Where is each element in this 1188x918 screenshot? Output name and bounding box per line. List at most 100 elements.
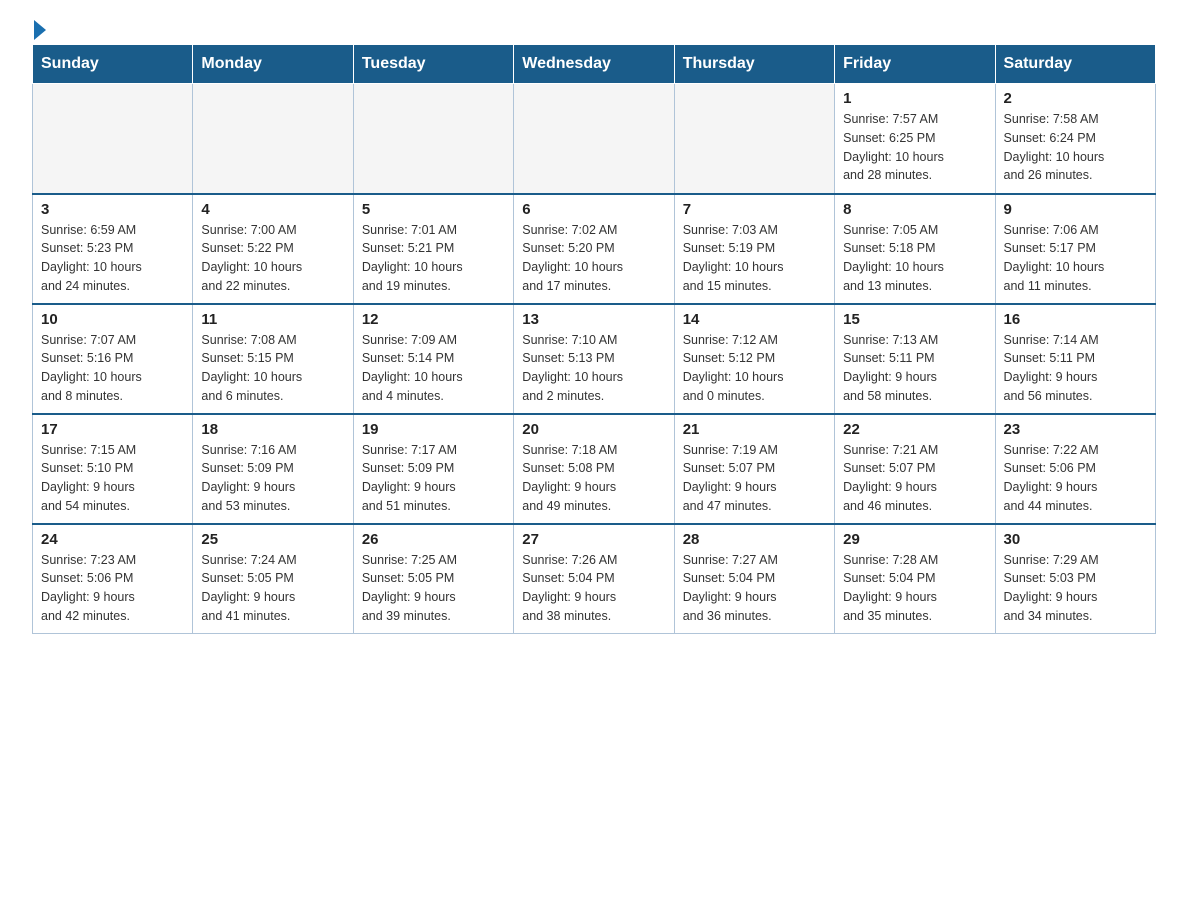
day-number: 28: [683, 531, 826, 548]
weekday-header-tuesday: Tuesday: [353, 45, 513, 84]
day-info: Sunrise: 7:01 AM Sunset: 5:21 PM Dayligh…: [362, 221, 505, 296]
day-number: 8: [843, 201, 986, 218]
day-info: Sunrise: 7:26 AM Sunset: 5:04 PM Dayligh…: [522, 551, 665, 626]
calendar-cell: 18 Sunrise: 7:16 AM Sunset: 5:09 PM Dayli…: [193, 414, 353, 524]
calendar-cell: 1 Sunrise: 7:57 AM Sunset: 6:25 PM Daylig…: [835, 84, 995, 194]
page-header: [32, 24, 1156, 36]
calendar-cell: 23 Sunrise: 7:22 AM Sunset: 5:06 PM Dayli…: [995, 414, 1155, 524]
day-info: Sunrise: 7:24 AM Sunset: 5:05 PM Dayligh…: [201, 551, 344, 626]
day-info: Sunrise: 7:13 AM Sunset: 5:11 PM Dayligh…: [843, 331, 986, 406]
day-info: Sunrise: 6:59 AM Sunset: 5:23 PM Dayligh…: [41, 221, 184, 296]
day-number: 29: [843, 531, 986, 548]
calendar-table: SundayMondayTuesdayWednesdayThursdayFrid…: [32, 44, 1156, 634]
day-number: 16: [1004, 311, 1147, 328]
calendar-cell: 26 Sunrise: 7:25 AM Sunset: 5:05 PM Dayli…: [353, 524, 513, 634]
calendar-cell: 8 Sunrise: 7:05 AM Sunset: 5:18 PM Daylig…: [835, 194, 995, 304]
calendar-cell: 4 Sunrise: 7:00 AM Sunset: 5:22 PM Daylig…: [193, 194, 353, 304]
calendar-cell: [33, 84, 193, 194]
calendar-cell: 5 Sunrise: 7:01 AM Sunset: 5:21 PM Daylig…: [353, 194, 513, 304]
day-number: 5: [362, 201, 505, 218]
calendar-week-5: 24 Sunrise: 7:23 AM Sunset: 5:06 PM Dayli…: [33, 524, 1156, 634]
day-info: Sunrise: 7:28 AM Sunset: 5:04 PM Dayligh…: [843, 551, 986, 626]
calendar-cell: 9Sunrise: 7:06 AM Sunset: 5:17 PM Daylig…: [995, 194, 1155, 304]
calendar-week-2: 3 Sunrise: 6:59 AM Sunset: 5:23 PM Daylig…: [33, 194, 1156, 304]
day-number: 20: [522, 421, 665, 438]
day-info: Sunrise: 7:19 AM Sunset: 5:07 PM Dayligh…: [683, 441, 826, 516]
day-info: Sunrise: 7:16 AM Sunset: 5:09 PM Dayligh…: [201, 441, 344, 516]
calendar-cell: 16Sunrise: 7:14 AM Sunset: 5:11 PM Dayli…: [995, 304, 1155, 414]
calendar-cell: 2 Sunrise: 7:58 AM Sunset: 6:24 PM Daylig…: [995, 84, 1155, 194]
calendar-cell: [514, 84, 674, 194]
day-number: 9: [1004, 201, 1147, 218]
day-number: 25: [201, 531, 344, 548]
weekday-header-friday: Friday: [835, 45, 995, 84]
day-info: Sunrise: 7:58 AM Sunset: 6:24 PM Dayligh…: [1004, 110, 1147, 185]
weekday-header-thursday: Thursday: [674, 45, 834, 84]
day-number: 4: [201, 201, 344, 218]
day-info: Sunrise: 7:07 AM Sunset: 5:16 PM Dayligh…: [41, 331, 184, 406]
calendar-cell: 29 Sunrise: 7:28 AM Sunset: 5:04 PM Dayli…: [835, 524, 995, 634]
day-number: 13: [522, 311, 665, 328]
day-info: Sunrise: 7:10 AM Sunset: 5:13 PM Dayligh…: [522, 331, 665, 406]
calendar-cell: 10 Sunrise: 7:07 AM Sunset: 5:16 PM Dayli…: [33, 304, 193, 414]
day-info: Sunrise: 7:15 AM Sunset: 5:10 PM Dayligh…: [41, 441, 184, 516]
calendar-cell: 6Sunrise: 7:02 AM Sunset: 5:20 PM Daylig…: [514, 194, 674, 304]
logo-arrow-icon: [34, 20, 46, 40]
calendar-cell: 21 Sunrise: 7:19 AM Sunset: 5:07 PM Dayli…: [674, 414, 834, 524]
day-number: 10: [41, 311, 184, 328]
day-number: 19: [362, 421, 505, 438]
weekday-header-wednesday: Wednesday: [514, 45, 674, 84]
calendar-cell: 24 Sunrise: 7:23 AM Sunset: 5:06 PM Dayli…: [33, 524, 193, 634]
weekday-header-saturday: Saturday: [995, 45, 1155, 84]
day-info: Sunrise: 7:02 AM Sunset: 5:20 PM Dayligh…: [522, 221, 665, 296]
day-number: 15: [843, 311, 986, 328]
day-number: 18: [201, 421, 344, 438]
day-number: 3: [41, 201, 184, 218]
calendar-cell: 22Sunrise: 7:21 AM Sunset: 5:07 PM Dayli…: [835, 414, 995, 524]
weekday-header-sunday: Sunday: [33, 45, 193, 84]
day-info: Sunrise: 7:22 AM Sunset: 5:06 PM Dayligh…: [1004, 441, 1147, 516]
day-info: Sunrise: 7:00 AM Sunset: 5:22 PM Dayligh…: [201, 221, 344, 296]
day-number: 24: [41, 531, 184, 548]
calendar-week-3: 10 Sunrise: 7:07 AM Sunset: 5:16 PM Dayli…: [33, 304, 1156, 414]
day-number: 7: [683, 201, 826, 218]
day-number: 1: [843, 90, 986, 107]
calendar-cell: 15 Sunrise: 7:13 AM Sunset: 5:11 PM Dayli…: [835, 304, 995, 414]
weekday-header-monday: Monday: [193, 45, 353, 84]
logo: [32, 24, 46, 36]
day-number: 17: [41, 421, 184, 438]
day-number: 30: [1004, 531, 1147, 548]
calendar-cell: 28 Sunrise: 7:27 AM Sunset: 5:04 PM Dayli…: [674, 524, 834, 634]
calendar-cell: 27 Sunrise: 7:26 AM Sunset: 5:04 PM Dayli…: [514, 524, 674, 634]
calendar-cell: 30 Sunrise: 7:29 AM Sunset: 5:03 PM Dayli…: [995, 524, 1155, 634]
calendar-week-4: 17 Sunrise: 7:15 AM Sunset: 5:10 PM Dayli…: [33, 414, 1156, 524]
day-number: 23: [1004, 421, 1147, 438]
calendar-cell: 7 Sunrise: 7:03 AM Sunset: 5:19 PM Daylig…: [674, 194, 834, 304]
day-info: Sunrise: 7:21 AM Sunset: 5:07 PM Dayligh…: [843, 441, 986, 516]
day-info: Sunrise: 7:17 AM Sunset: 5:09 PM Dayligh…: [362, 441, 505, 516]
day-number: 2: [1004, 90, 1147, 107]
day-number: 26: [362, 531, 505, 548]
weekday-header-row: SundayMondayTuesdayWednesdayThursdayFrid…: [33, 45, 1156, 84]
calendar-cell: 3 Sunrise: 6:59 AM Sunset: 5:23 PM Daylig…: [33, 194, 193, 304]
day-number: 12: [362, 311, 505, 328]
day-info: Sunrise: 7:23 AM Sunset: 5:06 PM Dayligh…: [41, 551, 184, 626]
calendar-cell: 17 Sunrise: 7:15 AM Sunset: 5:10 PM Dayli…: [33, 414, 193, 524]
day-info: Sunrise: 7:03 AM Sunset: 5:19 PM Dayligh…: [683, 221, 826, 296]
day-number: 27: [522, 531, 665, 548]
day-number: 21: [683, 421, 826, 438]
calendar-cell: 13 Sunrise: 7:10 AM Sunset: 5:13 PM Dayli…: [514, 304, 674, 414]
calendar-cell: [353, 84, 513, 194]
day-info: Sunrise: 7:57 AM Sunset: 6:25 PM Dayligh…: [843, 110, 986, 185]
day-info: Sunrise: 7:25 AM Sunset: 5:05 PM Dayligh…: [362, 551, 505, 626]
day-info: Sunrise: 7:09 AM Sunset: 5:14 PM Dayligh…: [362, 331, 505, 406]
day-info: Sunrise: 7:05 AM Sunset: 5:18 PM Dayligh…: [843, 221, 986, 296]
calendar-cell: 12 Sunrise: 7:09 AM Sunset: 5:14 PM Dayli…: [353, 304, 513, 414]
calendar-cell: [193, 84, 353, 194]
day-info: Sunrise: 7:12 AM Sunset: 5:12 PM Dayligh…: [683, 331, 826, 406]
day-info: Sunrise: 7:27 AM Sunset: 5:04 PM Dayligh…: [683, 551, 826, 626]
day-info: Sunrise: 7:18 AM Sunset: 5:08 PM Dayligh…: [522, 441, 665, 516]
calendar-cell: 20 Sunrise: 7:18 AM Sunset: 5:08 PM Dayli…: [514, 414, 674, 524]
calendar-cell: [674, 84, 834, 194]
day-info: Sunrise: 7:29 AM Sunset: 5:03 PM Dayligh…: [1004, 551, 1147, 626]
